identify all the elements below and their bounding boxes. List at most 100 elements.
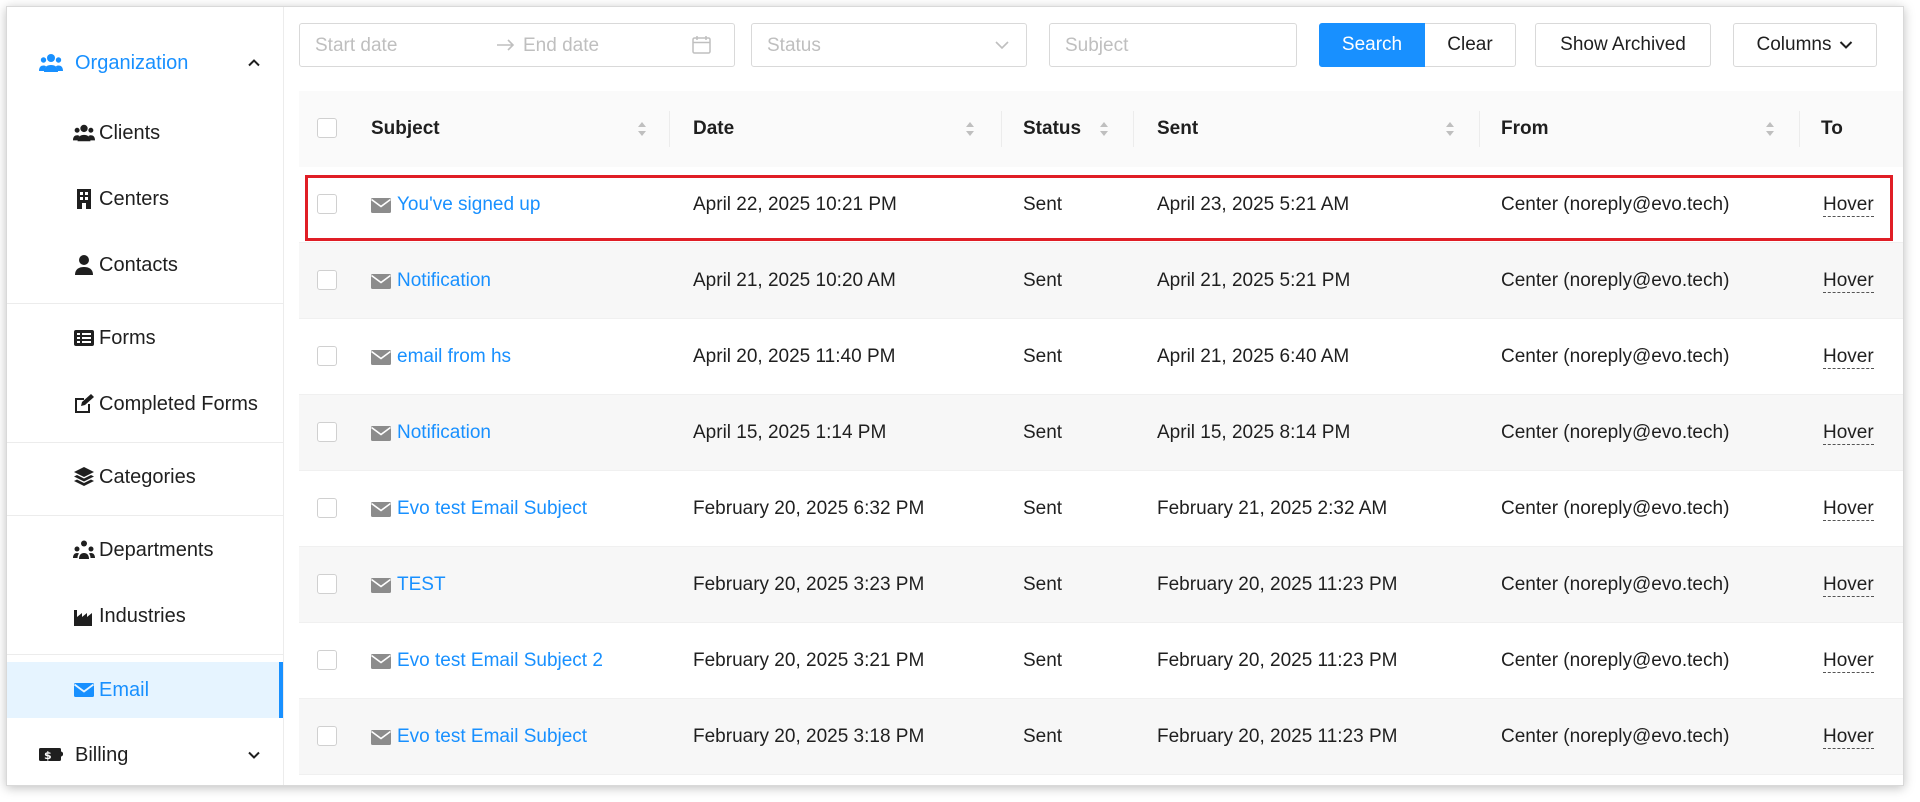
to-hover-link[interactable]: Hover (1823, 574, 1874, 597)
column-header-sent[interactable]: Sent (1157, 118, 1198, 140)
date-cell: February 20, 2025 3:21 PM (693, 650, 925, 671)
column-separator (1799, 111, 1800, 147)
to-hover-link[interactable]: Hover (1823, 498, 1874, 521)
table-row[interactable]: TEST February 20, 2025 3:23 PM Sent Febr… (299, 547, 1903, 623)
from-cell: Center (noreply@evo.tech) (1501, 726, 1730, 747)
subject-link[interactable]: Evo test Email Subject (397, 726, 587, 748)
nav-group-label: Billing (75, 743, 129, 766)
chevron-down-icon[interactable] (247, 748, 261, 762)
sort-icon[interactable] (1099, 119, 1109, 139)
list-icon (74, 330, 94, 346)
subject-input-placeholder: Subject (1065, 35, 1129, 56)
table-row[interactable]: Evo test Email Subject February 20, 2025… (299, 471, 1903, 547)
start-date-input[interactable]: Start date (315, 35, 397, 57)
sidebar-item-label: Forms (99, 326, 156, 349)
table-header: Subject Date Status Sent From To (299, 91, 1903, 167)
to-hover-link[interactable]: Hover (1823, 726, 1874, 749)
subject-link[interactable]: email from hs (397, 346, 511, 368)
sort-icon[interactable] (1765, 119, 1775, 139)
select-all-checkbox[interactable] (317, 118, 337, 138)
sidebar-item-label: Industries (99, 604, 186, 627)
to-hover-link[interactable]: Hover (1823, 270, 1874, 293)
industry-icon (74, 610, 92, 626)
show-archived-button[interactable]: Show Archived (1535, 23, 1711, 67)
sidebar-divider (7, 654, 283, 655)
envelope-icon (371, 350, 391, 365)
sidebar-item-clients[interactable]: Clients (7, 105, 283, 161)
column-header-from[interactable]: From (1501, 118, 1549, 140)
sidebar-item-forms[interactable]: Forms (7, 310, 283, 366)
table-row[interactable]: Evo test Email Subject 2 February 20, 20… (299, 623, 1903, 699)
subject-link[interactable]: Notification (397, 422, 491, 444)
arrow-right-icon (497, 39, 515, 51)
column-header-date[interactable]: Date (693, 118, 734, 140)
column-header-status[interactable]: Status (1023, 118, 1081, 140)
column-header-subject[interactable]: Subject (371, 118, 440, 140)
row-checkbox[interactable] (317, 270, 337, 290)
to-hover-link[interactable]: Hover (1823, 422, 1874, 445)
sidebar-item-categories[interactable]: Categories (7, 449, 283, 505)
envelope-icon (371, 502, 391, 517)
sidebar-item-departments[interactable]: Departments (7, 522, 283, 578)
search-button[interactable]: Search (1319, 23, 1425, 67)
sort-icon[interactable] (637, 119, 647, 139)
nav-group-billing[interactable]: $ Billing (7, 733, 283, 777)
departments-icon (73, 540, 95, 559)
sidebar-item-email[interactable]: Email (7, 662, 283, 718)
row-checkbox[interactable] (317, 194, 337, 214)
chevron-down-icon (995, 41, 1009, 50)
table-row[interactable]: Notification April 21, 2025 10:20 AM Sen… (299, 243, 1903, 319)
subject-link[interactable]: You've signed up (397, 194, 540, 216)
sidebar-item-completed-forms[interactable]: Completed Forms (7, 376, 283, 432)
to-hover-link[interactable]: Hover (1823, 346, 1874, 369)
table-row[interactable]: email from hs April 20, 2025 11:40 PM Se… (299, 319, 1903, 395)
table-row[interactable]: Evo test Email Subject February 20, 2025… (299, 699, 1903, 775)
subject-link[interactable]: Notification (397, 270, 491, 292)
table-row[interactable]: You've signed up April 22, 2025 10:21 PM… (299, 167, 1903, 243)
chevron-down-icon (1840, 41, 1853, 49)
date-range-picker[interactable]: Start date End date (299, 23, 735, 67)
sort-icon[interactable] (1445, 119, 1455, 139)
sidebar-item-label: Categories (99, 465, 196, 488)
sidebar-item-label: Centers (99, 187, 170, 210)
column-separator (1479, 111, 1480, 147)
row-checkbox[interactable] (317, 574, 337, 594)
sidebar-item-label: Email (99, 678, 150, 701)
nav-group-organization[interactable]: Organization (7, 41, 283, 85)
row-checkbox[interactable] (317, 726, 337, 746)
sidebar-item-label: Contacts (99, 253, 178, 276)
status-select[interactable]: Status (751, 23, 1027, 67)
users-icon (39, 54, 63, 72)
date-cell: April 21, 2025 10:20 AM (693, 270, 896, 291)
row-checkbox[interactable] (317, 650, 337, 670)
sent-cell: April 21, 2025 5:21 PM (1157, 270, 1351, 291)
subject-link[interactable]: TEST (397, 574, 446, 596)
to-hover-link[interactable]: Hover (1823, 650, 1874, 673)
subject-link[interactable]: Evo test Email Subject (397, 498, 587, 520)
money-icon: $ (39, 748, 63, 762)
sidebar-item-centers[interactable]: Centers (7, 171, 283, 227)
columns-button[interactable]: Columns (1733, 23, 1877, 67)
status-select-placeholder: Status (767, 35, 821, 56)
subject-input[interactable]: Subject (1049, 23, 1297, 67)
row-checkbox[interactable] (317, 498, 337, 518)
sent-cell: February 20, 2025 11:23 PM (1157, 574, 1398, 595)
calendar-icon[interactable] (692, 35, 711, 54)
row-checkbox[interactable] (317, 422, 337, 442)
date-cell: February 20, 2025 3:23 PM (693, 574, 925, 595)
chevron-up-icon[interactable] (247, 56, 261, 70)
sort-icon[interactable] (965, 119, 975, 139)
table-row[interactable]: Notification April 15, 2025 1:14 PM Sent… (299, 395, 1903, 471)
sidebar-item-contacts[interactable]: Contacts (7, 237, 283, 293)
column-header-to[interactable]: To (1821, 118, 1843, 140)
end-date-input[interactable]: End date (523, 35, 599, 57)
subject-link[interactable]: Evo test Email Subject 2 (397, 650, 603, 672)
envelope-icon (371, 730, 391, 745)
to-hover-link[interactable]: Hover (1823, 194, 1874, 217)
user-icon (75, 255, 93, 275)
nav-group-label: Organization (75, 51, 189, 74)
status-cell: Sent (1023, 574, 1063, 595)
clear-button[interactable]: Clear (1425, 23, 1516, 67)
row-checkbox[interactable] (317, 346, 337, 366)
sidebar-item-industries[interactable]: Industries (7, 588, 283, 644)
